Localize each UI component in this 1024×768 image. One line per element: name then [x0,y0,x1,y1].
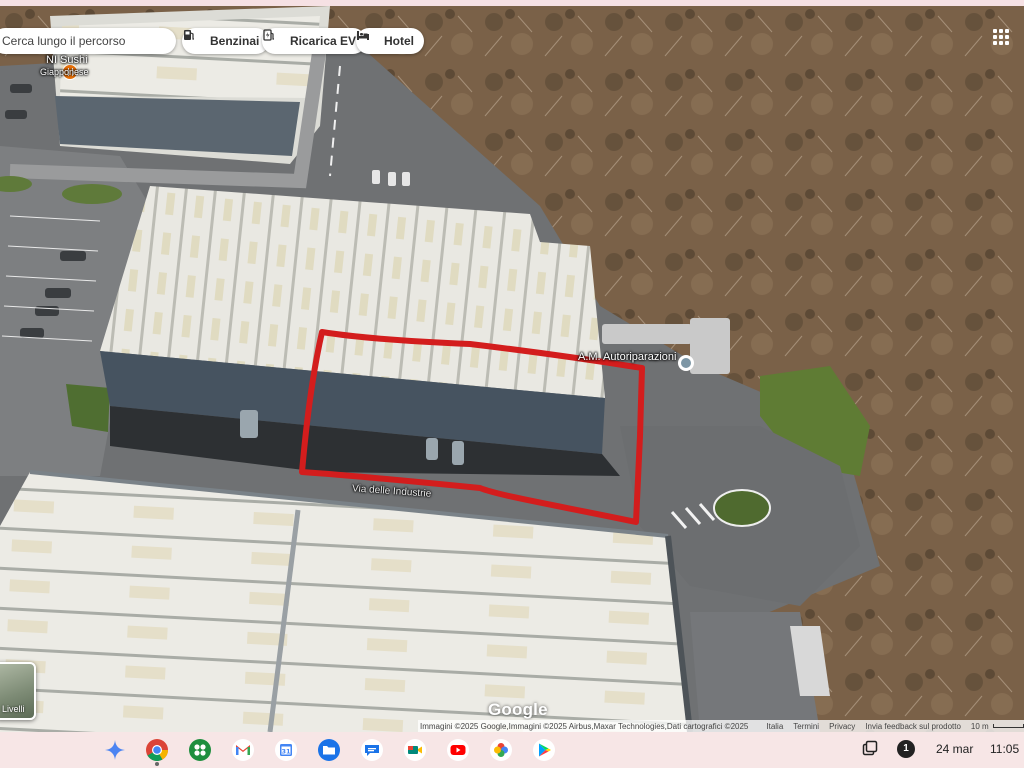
date-label[interactable]: 24 mar [936,742,973,756]
map-attribution: Immagini ©2025 Google,Immagini ©2025 Air… [418,720,1024,732]
chrome-running-indicator [155,762,159,766]
chip-ricarica-ev-label: Ricarica EV [290,34,357,48]
place-label-sushi[interactable]: NI Sushi [46,54,88,66]
place-category-sushi: Giapponese [40,67,89,77]
link-termini[interactable]: Termini [793,722,819,731]
bed-icon [357,31,378,48]
chip-benzinai[interactable]: Benzinai [182,28,270,54]
search-input[interactable]: Cerca lungo il percorso [0,28,176,54]
layers-button[interactable]: Livelli [0,662,36,720]
youtube-icon[interactable] [446,738,470,762]
photos-icon[interactable] [489,738,513,762]
messages-icon[interactable] [360,738,384,762]
link-privacy[interactable]: Privacy [829,722,855,731]
chrome-icon[interactable] [145,738,169,762]
scale-label[interactable]: 10 m [971,722,989,731]
notification-count-badge[interactable]: 1 [897,740,915,758]
svg-text:31: 31 [281,748,291,756]
chip-hotel[interactable]: Hotel [356,28,424,54]
tote-icon[interactable] [862,740,878,759]
apps-launcher-icon[interactable] [188,738,212,762]
clock-label[interactable]: 11:05 [990,742,1019,756]
link-feedback[interactable]: Invia feedback sul prodotto [865,722,961,731]
scale-bar [992,724,1024,728]
layers-label: Livelli [2,704,25,714]
place-icon[interactable] [678,355,694,371]
place-label-business[interactable]: A.M. Autoriparazioni [578,351,676,363]
chip-hotel-label: Hotel [384,34,414,48]
gmail-icon[interactable] [231,738,255,762]
calendar-icon[interactable]: 31 [274,738,298,762]
ev-charger-icon [263,29,284,48]
fuel-icon [184,30,204,48]
apps-grid-icon[interactable] [988,24,1014,50]
files-icon[interactable] [317,738,341,762]
google-logo: Google [488,700,548,719]
satellite-imagery [0,6,1024,732]
play-store-icon[interactable] [532,738,556,762]
link-italia[interactable]: Italia [766,722,783,731]
chip-ricarica-ev[interactable]: Ricarica EV [262,28,367,54]
chip-benzinai-label: Benzinai [210,34,260,48]
gemini-icon[interactable] [103,738,127,762]
attribution-credits: Immagini ©2025 Google,Immagini ©2025 Air… [420,721,749,731]
satellite-map[interactable]: NI Sushi Giapponese A.M. Autoriparazioni… [0,6,1024,732]
meet-icon[interactable] [403,738,427,762]
